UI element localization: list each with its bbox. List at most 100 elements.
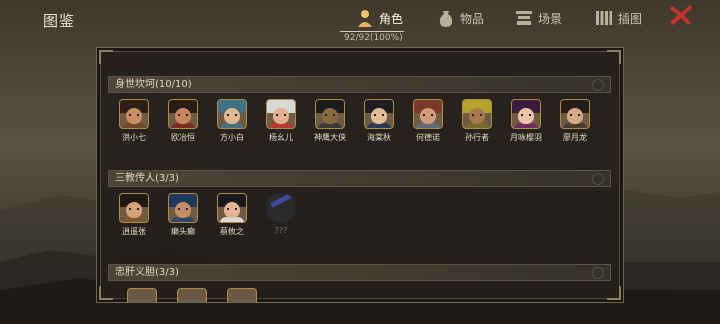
character-card[interactable]: 何德诺 bbox=[405, 99, 451, 147]
portrait-face bbox=[273, 108, 289, 124]
portrait-face bbox=[175, 108, 191, 124]
character-card[interactable]: 海棠秋 bbox=[356, 99, 402, 147]
section-title: 三教传人(3/3) bbox=[115, 173, 179, 184]
character-card[interactable]: ??? bbox=[258, 193, 304, 241]
character-portrait bbox=[168, 193, 198, 223]
portrait-face bbox=[518, 108, 534, 124]
panel-corner bbox=[607, 50, 621, 64]
character-name: 逍遥张 bbox=[122, 227, 146, 236]
character-card[interactable]: 廖月龙 bbox=[552, 99, 598, 147]
portrait-eyes bbox=[129, 208, 139, 210]
portrait-eyes bbox=[129, 114, 139, 116]
portrait-face bbox=[175, 202, 191, 218]
character-name: 欧冶恒 bbox=[171, 133, 195, 142]
character-card-partial bbox=[169, 288, 215, 302]
section-header-three-teachings: 三教传人(3/3) bbox=[108, 170, 611, 187]
scroll-icon bbox=[596, 11, 612, 25]
panel-corner bbox=[99, 50, 113, 64]
character-card[interactable]: 癞头癫 bbox=[160, 193, 206, 241]
active-tab-underline bbox=[340, 31, 404, 32]
portrait-face bbox=[322, 108, 338, 124]
pavilion-icon bbox=[516, 11, 532, 25]
character-card[interactable]: 杨幺儿 bbox=[258, 99, 304, 147]
character-portrait bbox=[364, 99, 394, 129]
portrait-eyes bbox=[374, 114, 384, 116]
character-portrait bbox=[462, 99, 492, 129]
portrait-eyes bbox=[472, 114, 482, 116]
character-card[interactable]: 洪小七 bbox=[111, 99, 157, 147]
character-portrait bbox=[315, 99, 345, 129]
locked-band bbox=[270, 193, 296, 208]
character-card[interactable]: 蔡攸之 bbox=[209, 193, 255, 241]
collection-panel[interactable]: 身世坎坷(10/10) 洪小七 欧冶恒 方小白 杨幺儿 神鹰大侠 海棠秋 何德诺 孙行者 月咏樱… bbox=[96, 47, 624, 303]
character-name: 洪小七 bbox=[122, 133, 146, 142]
portrait-eyes bbox=[570, 114, 580, 116]
portrait-eyes bbox=[178, 114, 188, 116]
portrait-eyes bbox=[227, 114, 237, 116]
close-x-icon[interactable] bbox=[669, 4, 693, 26]
character-name: 癞头癫 bbox=[171, 227, 195, 236]
character-name: 孙行者 bbox=[465, 133, 489, 142]
cloud-ornament-icon bbox=[592, 79, 604, 91]
character-card-partial bbox=[219, 288, 265, 302]
section-title: 忠肝义胆(3/3) bbox=[115, 267, 179, 278]
portrait-face bbox=[567, 108, 583, 124]
tab-label: 物品 bbox=[460, 11, 485, 26]
character-card[interactable]: 神鹰大侠 bbox=[307, 99, 353, 147]
panel-corner bbox=[99, 286, 113, 300]
bag-icon bbox=[439, 11, 453, 27]
character-card-partial bbox=[119, 288, 165, 302]
character-name: ??? bbox=[274, 226, 288, 235]
portrait-face bbox=[224, 202, 240, 218]
character-card[interactable]: 欧冶恒 bbox=[160, 99, 206, 147]
portrait-face bbox=[126, 202, 142, 218]
character-name: 方小白 bbox=[220, 133, 244, 142]
character-name: 何德诺 bbox=[416, 133, 440, 142]
character-name: 神鹰大侠 bbox=[314, 133, 346, 142]
tab-label: 角色 bbox=[379, 11, 404, 26]
character-portrait bbox=[217, 193, 247, 223]
character-portrait bbox=[119, 99, 149, 129]
character-card[interactable]: 月咏樱羽 bbox=[503, 99, 549, 147]
panel-corner bbox=[607, 286, 621, 300]
portrait-face bbox=[224, 108, 240, 124]
character-portrait bbox=[560, 99, 590, 129]
portrait-eyes bbox=[521, 114, 531, 116]
portrait-face bbox=[371, 108, 387, 124]
collection-progress: 92/92(100%) bbox=[344, 33, 403, 43]
person-icon bbox=[358, 10, 372, 27]
portrait-face bbox=[420, 108, 436, 124]
tab-items[interactable]: 物品 bbox=[436, 6, 484, 30]
character-portrait bbox=[266, 99, 296, 129]
section-header-backgrounds: 身世坎坷(10/10) bbox=[108, 76, 611, 93]
page-title: 图鉴 bbox=[43, 12, 76, 30]
character-name: 廖月龙 bbox=[563, 133, 587, 142]
portrait-face bbox=[126, 108, 142, 124]
cloud-ornament-icon bbox=[592, 267, 604, 279]
character-card[interactable]: 方小白 bbox=[209, 99, 255, 147]
tab-roles[interactable]: 角色 bbox=[355, 6, 403, 30]
character-name: 海棠秋 bbox=[367, 133, 391, 142]
tab-label: 场景 bbox=[538, 11, 563, 26]
character-card[interactable]: 逍遥张 bbox=[111, 193, 157, 241]
tab-illustrations[interactable]: 插图 bbox=[594, 6, 642, 30]
portrait-eyes bbox=[325, 114, 335, 116]
portrait-eyes bbox=[276, 114, 286, 116]
character-portrait bbox=[511, 99, 541, 129]
character-name: 月咏樱羽 bbox=[510, 133, 542, 142]
locked-portrait bbox=[266, 193, 296, 223]
portrait-eyes bbox=[423, 114, 433, 116]
portrait-eyes bbox=[227, 208, 237, 210]
portrait-eyes bbox=[178, 208, 188, 210]
character-portrait bbox=[217, 99, 247, 129]
tab-label: 插图 bbox=[618, 11, 643, 26]
character-name: 蔡攸之 bbox=[220, 227, 244, 236]
section-header-loyalty: 忠肝义胆(3/3) bbox=[108, 264, 611, 281]
tab-scene[interactable]: 场景 bbox=[514, 6, 562, 30]
character-portrait bbox=[413, 99, 443, 129]
character-card[interactable]: 孙行者 bbox=[454, 99, 500, 147]
section-title: 身世坎坷(10/10) bbox=[115, 79, 192, 90]
character-name: 杨幺儿 bbox=[269, 133, 293, 142]
cloud-ornament-icon bbox=[592, 173, 604, 185]
portrait-face bbox=[469, 108, 485, 124]
